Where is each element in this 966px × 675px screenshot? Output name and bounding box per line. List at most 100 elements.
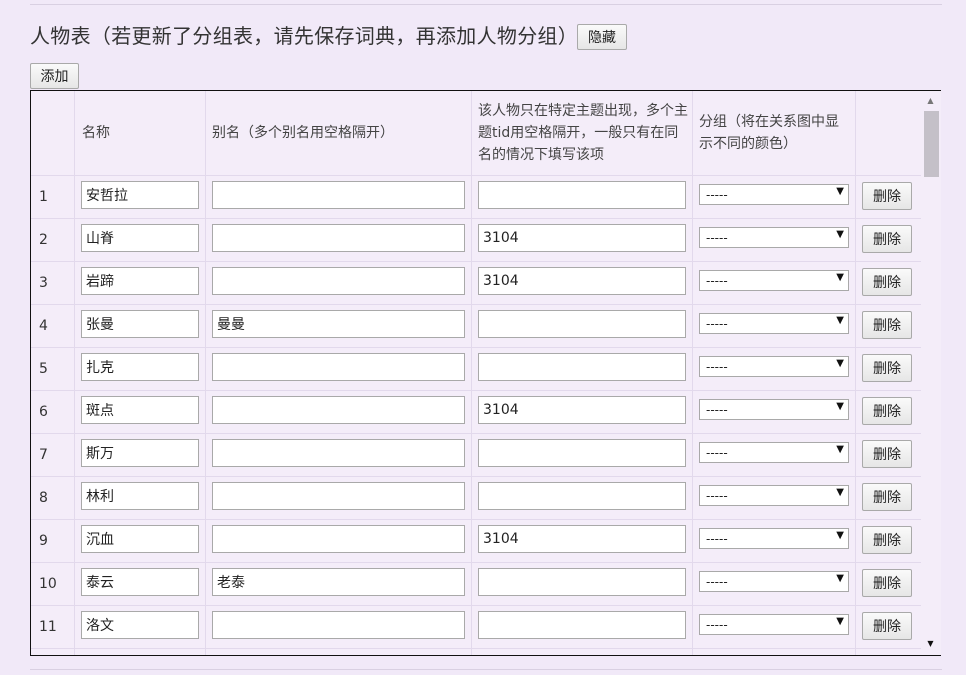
topic-tid-input[interactable] — [478, 267, 686, 295]
alias-input[interactable] — [212, 439, 465, 467]
scroll-down-arrow-icon[interactable]: ▼ — [921, 638, 940, 650]
table-row: 10 ----- ▼ 删除 — [31, 562, 921, 606]
alias-input[interactable] — [212, 568, 465, 596]
group-select-value: ----- — [706, 273, 728, 288]
chevron-down-icon: ▼ — [836, 573, 844, 584]
alias-input[interactable] — [212, 310, 465, 338]
group-select-value: ----- — [706, 445, 728, 460]
column-header-group: 分组（将在关系图中显示不同的颜色） — [699, 114, 839, 152]
name-input[interactable] — [81, 267, 199, 295]
topic-tid-input[interactable] — [478, 353, 686, 381]
group-select[interactable]: ----- ▼ — [699, 442, 849, 463]
chevron-down-icon: ▼ — [836, 401, 844, 412]
topic-tid-input[interactable] — [478, 396, 686, 424]
group-select-value: ----- — [706, 402, 728, 417]
group-select[interactable]: ----- ▼ — [699, 614, 849, 635]
group-select-value: ----- — [706, 359, 728, 374]
topic-tid-input[interactable] — [478, 525, 686, 553]
table-row: 4 ----- ▼ 删除 — [31, 304, 921, 348]
delete-button[interactable]: 删除 — [862, 612, 912, 640]
group-select[interactable]: ----- ▼ — [699, 227, 849, 248]
column-header-topic: 该人物只在特定主题出现，多个主题tid用空格隔开，一般只有在同名的情况下填写该项 — [478, 103, 688, 163]
table-row: 1 ----- ▼ 删除 — [31, 175, 921, 219]
group-select[interactable]: ----- ▼ — [699, 356, 849, 377]
scroll-up-arrow-icon[interactable]: ▲ — [921, 95, 940, 107]
row-number: 10 — [39, 575, 57, 592]
topic-tid-input[interactable] — [478, 181, 686, 209]
table-row: 6 ----- ▼ 删除 — [31, 390, 921, 434]
topic-tid-input[interactable] — [478, 482, 686, 510]
chevron-down-icon: ▼ — [836, 487, 844, 498]
delete-button[interactable]: 删除 — [862, 569, 912, 597]
delete-button[interactable]: 删除 — [862, 225, 912, 253]
chevron-down-icon: ▼ — [836, 315, 844, 326]
name-input[interactable] — [81, 611, 199, 639]
table-row: 7 ----- ▼ 删除 — [31, 433, 921, 477]
column-header-index — [39, 91, 73, 175]
delete-button[interactable]: 删除 — [862, 526, 912, 554]
alias-input[interactable] — [212, 396, 465, 424]
table-row: 9 ----- ▼ 删除 — [31, 519, 921, 563]
topic-tid-input[interactable] — [478, 224, 686, 252]
name-input[interactable] — [81, 353, 199, 381]
table-row: 5 ----- ▼ 删除 — [31, 347, 921, 391]
vertical-scrollbar[interactable]: ▲ ▼ — [921, 91, 940, 654]
group-select[interactable]: ----- ▼ — [699, 270, 849, 291]
alias-input[interactable] — [212, 611, 465, 639]
delete-button[interactable]: 删除 — [862, 483, 912, 511]
group-select-value: ----- — [706, 187, 728, 202]
group-select-value: ----- — [706, 230, 728, 245]
chevron-down-icon: ▼ — [836, 358, 844, 369]
name-input[interactable] — [81, 224, 199, 252]
top-divider — [30, 4, 942, 5]
row-number: 5 — [39, 360, 48, 377]
name-input[interactable] — [81, 439, 199, 467]
group-select[interactable]: ----- ▼ — [699, 399, 849, 420]
alias-input[interactable] — [212, 224, 465, 252]
group-select-value: ----- — [706, 574, 728, 589]
page-header: 人物表（若更新了分组表，请先保存词典，再添加人物分组） — [30, 20, 578, 49]
alias-input[interactable] — [212, 353, 465, 381]
delete-button[interactable]: 删除 — [862, 311, 912, 339]
row-number: 6 — [39, 403, 48, 420]
chevron-down-icon: ▼ — [836, 530, 844, 541]
table-row: 3 ----- ▼ 删除 — [31, 261, 921, 305]
delete-button[interactable]: 删除 — [862, 397, 912, 425]
alias-input[interactable] — [212, 267, 465, 295]
delete-button[interactable]: 删除 — [862, 440, 912, 468]
delete-button[interactable]: 删除 — [862, 354, 912, 382]
name-input[interactable] — [81, 525, 199, 553]
topic-tid-input[interactable] — [478, 611, 686, 639]
alias-input[interactable] — [212, 525, 465, 553]
row-number: 2 — [39, 231, 48, 248]
topic-tid-input[interactable] — [478, 439, 686, 467]
group-select[interactable]: ----- ▼ — [699, 528, 849, 549]
group-select-value: ----- — [706, 488, 728, 503]
name-input[interactable] — [81, 310, 199, 338]
group-select[interactable]: ----- ▼ — [699, 571, 849, 592]
alias-input[interactable] — [212, 181, 465, 209]
group-select[interactable]: ----- ▼ — [699, 313, 849, 334]
name-input[interactable] — [81, 181, 199, 209]
chevron-down-icon: ▼ — [836, 444, 844, 455]
scrollbar-thumb[interactable] — [924, 111, 939, 177]
group-select[interactable]: ----- ▼ — [699, 485, 849, 506]
chevron-down-icon: ▼ — [836, 186, 844, 197]
delete-button[interactable]: 删除 — [862, 268, 912, 296]
topic-tid-input[interactable] — [478, 568, 686, 596]
name-input[interactable] — [81, 482, 199, 510]
topic-tid-input[interactable] — [478, 310, 686, 338]
column-header-action — [862, 91, 912, 175]
group-select[interactable]: ----- ▼ — [699, 184, 849, 205]
name-input[interactable] — [81, 396, 199, 424]
group-select-value: ----- — [706, 531, 728, 546]
delete-button[interactable]: 删除 — [862, 182, 912, 210]
row-number: 7 — [39, 446, 48, 463]
row-number: 11 — [39, 618, 57, 635]
page-title: 人物表（若更新了分组表，请先保存词典，再添加人物分组） — [30, 24, 579, 48]
add-button[interactable]: 添加 — [30, 63, 79, 89]
table-row: 11 ----- ▼ 删除 — [31, 605, 921, 649]
name-input[interactable] — [81, 568, 199, 596]
hide-button[interactable]: 隐藏 — [577, 24, 627, 50]
alias-input[interactable] — [212, 482, 465, 510]
